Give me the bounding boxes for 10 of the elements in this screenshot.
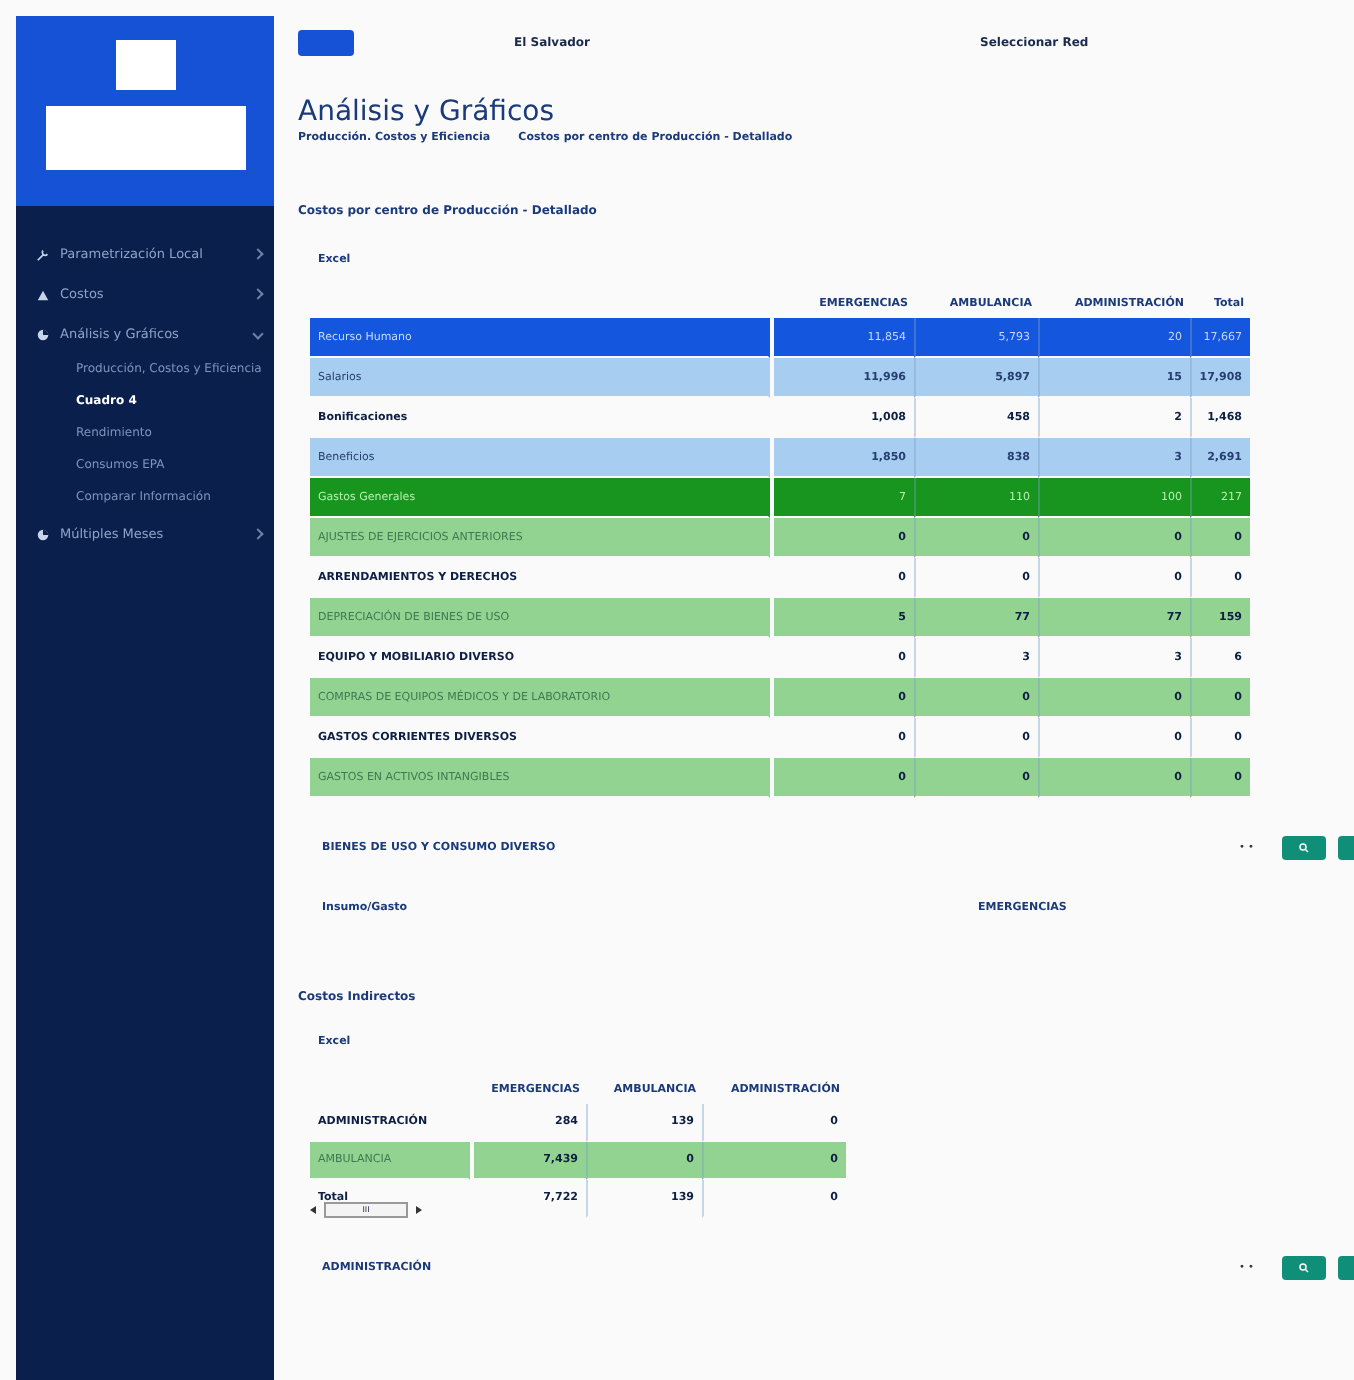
page-title: Análisis y Gráficos bbox=[298, 96, 557, 128]
search-button[interactable] bbox=[1282, 1256, 1326, 1280]
wrench-icon bbox=[36, 247, 50, 261]
search-icon bbox=[1298, 1262, 1310, 1274]
menu-button[interactable] bbox=[298, 29, 354, 55]
pie-chart-icon bbox=[36, 527, 50, 542]
pie-chart-icon bbox=[36, 327, 50, 341]
search-button[interactable] bbox=[1282, 836, 1326, 860]
logo-placeholder bbox=[115, 40, 175, 90]
search-icon bbox=[1298, 842, 1310, 854]
